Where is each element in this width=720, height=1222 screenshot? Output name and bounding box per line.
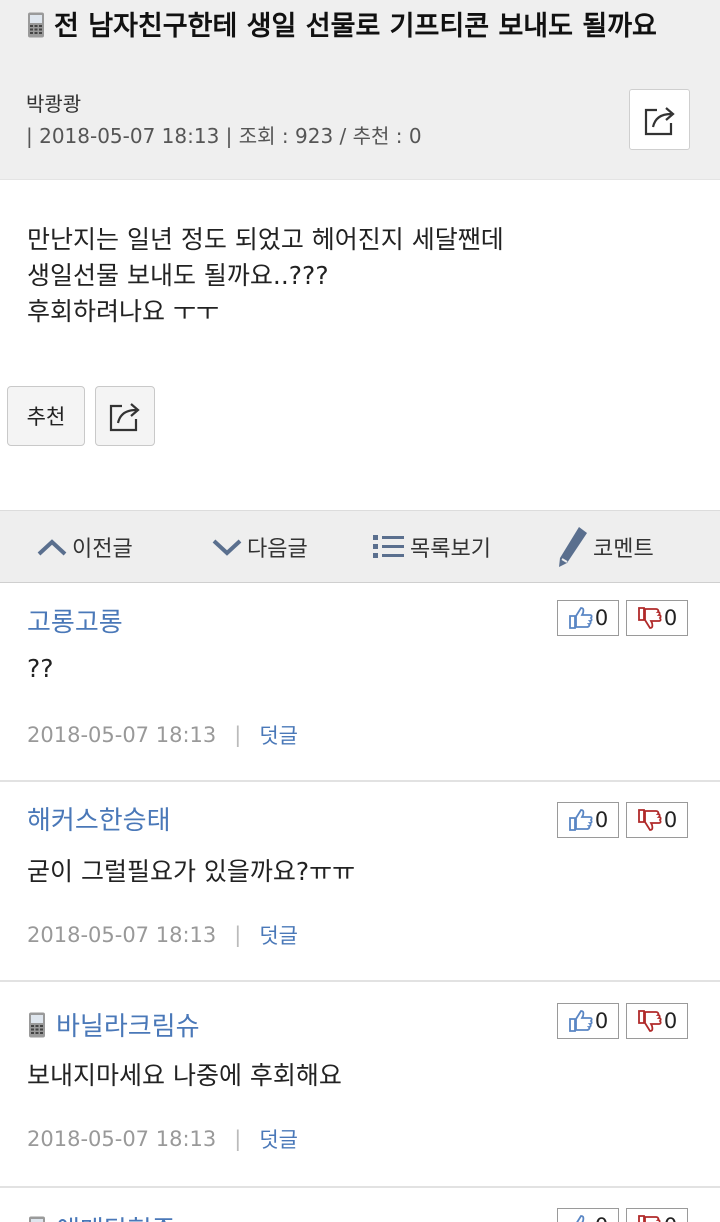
- recommend-button[interactable]: 추천: [7, 386, 85, 446]
- post-meta: | 2018-05-07 18:13 | 조회 : 923 / 추천 : 0: [26, 124, 422, 148]
- pencil-icon: [559, 527, 587, 567]
- list-view-button[interactable]: 목록보기: [372, 511, 491, 583]
- comment-date: 2018-05-07 18:13: [27, 923, 217, 947]
- header-share-button[interactable]: [629, 89, 690, 150]
- comment-label: 코멘트: [593, 537, 654, 562]
- thumbs-down-count: 0: [663, 808, 678, 832]
- comment-date: 2018-05-07 18:13: [27, 1127, 217, 1151]
- comment-author[interactable]: 고롱고롱: [27, 602, 123, 639]
- post-body-line: 만난지는 일년 정도 되었고 헤어진지 세달짼데: [27, 225, 504, 254]
- reply-link[interactable]: 덧글: [259, 920, 298, 950]
- mobile-phone-icon: [29, 1216, 45, 1222]
- separator: |: [234, 723, 242, 747]
- comment-date: 2018-05-07 18:13: [27, 723, 217, 747]
- post-body-line: 후회하려나요 ㅜㅜ: [27, 297, 219, 326]
- comment-item: 애매탐험중 0 0: [0, 1188, 720, 1222]
- thumbs-up-icon: [568, 607, 593, 629]
- comment-author-name[interactable]: 해커스한승태: [27, 800, 171, 837]
- comment-text: ??: [27, 654, 54, 683]
- reply-link[interactable]: 덧글: [259, 720, 298, 750]
- thumbs-up-button[interactable]: 0: [557, 1208, 619, 1222]
- comment-button[interactable]: 코멘트: [557, 511, 654, 583]
- separator: |: [234, 1127, 242, 1151]
- thumbs-down-count: 0: [663, 606, 678, 630]
- prev-post-button[interactable]: 이전글: [36, 511, 133, 583]
- comment-author-name[interactable]: 애매탐험중: [56, 1210, 176, 1222]
- thumbs-down-icon: [637, 809, 662, 831]
- comment-author-name[interactable]: 바닐라크림슈: [56, 1006, 200, 1043]
- share-icon: [644, 106, 675, 135]
- thumbs-up-button[interactable]: 0: [557, 600, 619, 636]
- comment-author[interactable]: 애매탐험중: [27, 1210, 176, 1222]
- post-nav-bar: 이전글 다음글 목록보기 코멘트: [0, 510, 720, 583]
- thumbs-up-count: 0: [594, 1009, 609, 1033]
- thumbs-up-count: 0: [594, 606, 609, 630]
- list-icon: [373, 535, 404, 558]
- thumbs-up-button[interactable]: 0: [557, 1003, 619, 1039]
- next-post-button[interactable]: 다음글: [211, 511, 308, 583]
- post-header: 전 남자친구한테 생일 선물로 기프티콘 보내도 될까요 박쾅쾅 | 2018-…: [0, 0, 720, 180]
- thumbs-up-icon: [568, 809, 593, 831]
- post-author[interactable]: 박쾅쾅: [26, 88, 81, 117]
- separator: |: [234, 923, 242, 947]
- chevron-down-icon: [212, 539, 242, 556]
- comment-author[interactable]: 바닐라크림슈: [27, 1006, 200, 1043]
- reply-link[interactable]: 덧글: [259, 1124, 298, 1154]
- comment-footer: 2018-05-07 18:13 | 덧글: [27, 920, 298, 950]
- comment-footer: 2018-05-07 18:13 | 덧글: [27, 720, 298, 750]
- thumbs-down-button[interactable]: 0: [626, 802, 688, 838]
- thumbs-down-icon: [637, 1215, 661, 1222]
- thumbs-down-icon: [637, 1010, 662, 1032]
- post-body-line: 생일선물 보내도 될까요..???: [27, 261, 329, 290]
- thumbs-down-button[interactable]: 0: [626, 1208, 688, 1222]
- thumbs-down-button[interactable]: 0: [626, 1003, 688, 1039]
- comment-text: 굳이 그럴필요가 있을까요?ㅠㅠ: [27, 857, 356, 886]
- comment-item: 바닐라크림슈 0 0 보내지마세요 나중에 후회해요 2018-05-07 18…: [0, 982, 720, 1188]
- comment-footer: 2018-05-07 18:13 | 덧글: [27, 1124, 298, 1154]
- post-title: 전 남자친구한테 생일 선물로 기프티콘 보내도 될까요: [26, 8, 676, 46]
- post-body: 만난지는 일년 정도 되었고 헤어진지 세달짼데 생일선물 보내도 될까요..?…: [27, 222, 504, 330]
- thumbs-up-count: 0: [595, 1214, 608, 1222]
- mobile-phone-icon: [28, 12, 44, 38]
- thumbs-up-count: 0: [594, 808, 609, 832]
- thumbs-up-button[interactable]: 0: [557, 802, 619, 838]
- thumbs-up-icon: [576, 1215, 585, 1222]
- comment-item: 해커스한승태 0 0 굳이 그럴필요가 있을까요?ㅠㅠ 2018-05-07 1…: [0, 782, 720, 982]
- post-title-text: 전 남자친구한테 생일 선물로 기프티콘 보내도 될까요: [54, 11, 657, 42]
- comment-item: 고롱고롱 0 0 ?? 2018-05-07 18:13 | 덧글: [0, 584, 720, 782]
- mobile-phone-icon: [29, 1012, 45, 1037]
- comment-text: 보내지마세요 나중에 후회해요: [27, 1061, 342, 1090]
- thumbs-up-icon: [568, 1010, 593, 1032]
- comment-author[interactable]: 해커스한승태: [27, 800, 171, 837]
- thumbs-down-count: 0: [664, 1214, 677, 1222]
- comment-author-name[interactable]: 고롱고롱: [27, 602, 123, 639]
- share-button[interactable]: [95, 386, 155, 446]
- prev-post-label: 이전글: [72, 537, 133, 562]
- next-post-label: 다음글: [247, 537, 308, 562]
- thumbs-down-button[interactable]: 0: [626, 600, 688, 636]
- thumbs-down-count: 0: [663, 1009, 678, 1033]
- share-icon: [109, 403, 140, 432]
- list-view-label: 목록보기: [410, 537, 491, 562]
- thumbs-down-icon: [637, 607, 662, 629]
- chevron-up-icon: [37, 539, 67, 556]
